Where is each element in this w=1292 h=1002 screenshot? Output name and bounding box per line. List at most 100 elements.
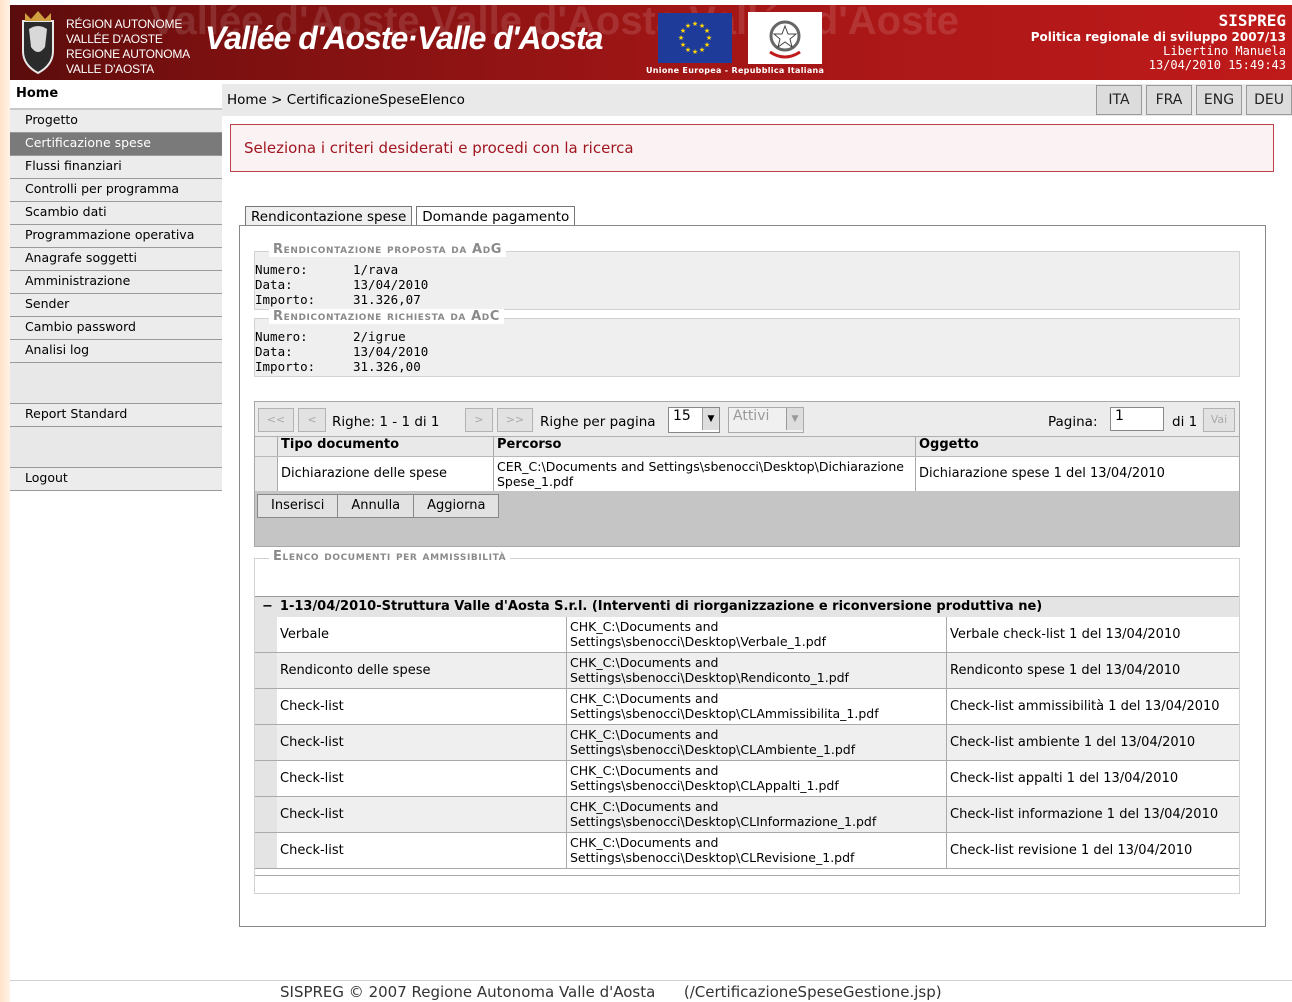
next-page-button[interactable]: > — [465, 408, 493, 432]
chevron-down-icon: ▼ — [786, 408, 803, 430]
sidebar-spacer — [10, 363, 222, 404]
doc-oggetto: Rendiconto spese 1 del 13/04/2010 — [947, 653, 1239, 688]
row-selector[interactable] — [255, 689, 278, 724]
list-item[interactable]: Check-list CHK_C:\Documents and Settings… — [255, 761, 1239, 797]
go-button[interactable]: Vai — [1203, 408, 1235, 432]
chevron-down-icon: ▼ — [702, 408, 719, 430]
svg-text:★: ★ — [680, 41, 686, 49]
app-name: SISPREG — [1218, 11, 1286, 30]
sidebar-item-flussi-finanziari[interactable]: Flussi finanziari — [10, 156, 222, 179]
current-datetime: 13/04/2010 15:49:43 — [1148, 58, 1286, 72]
sidebar-item-scambio-dati[interactable]: Scambio dati — [10, 202, 222, 225]
richiesta-data: 13/04/2010 — [353, 344, 429, 359]
row-selector[interactable] — [255, 457, 277, 491]
doc-oggetto: Check-list ammissibilità 1 del 13/04/201… — [947, 689, 1239, 724]
doc-oggetto: Check-list appalti 1 del 13/04/2010 — [947, 761, 1239, 796]
row-selector[interactable] — [255, 797, 278, 832]
sidebar-item-anagrafe-soggetti[interactable]: Anagrafe soggetti — [10, 248, 222, 271]
grid-actions: Inserisci Annulla Aggiorna — [257, 494, 500, 518]
list-item[interactable]: Check-list CHK_C:\Documents and Settings… — [255, 689, 1239, 725]
doc-tipo: Check-list — [277, 689, 567, 724]
richiesta-importo: 31.326,00 — [353, 359, 421, 374]
first-page-button[interactable]: << — [258, 408, 294, 432]
aggiorna-button[interactable]: Aggiorna — [413, 494, 500, 518]
row-selector[interactable] — [255, 761, 278, 796]
elenco-fieldset: Elenco documenti per ammissibilità −1-13… — [254, 549, 1240, 894]
grid-header-tipo: Tipo documento — [277, 437, 493, 456]
italian-emblem-icon — [748, 12, 822, 64]
proposta-importo-row: Importo: 31.326,07 — [255, 292, 421, 307]
sidebar-item-home[interactable]: Home — [10, 84, 222, 110]
region-crest-icon — [22, 11, 54, 75]
richiesta-data-row: Data: 13/04/2010 — [255, 344, 428, 359]
list-footer — [255, 875, 1239, 894]
doc-tipo: Check-list — [277, 761, 567, 796]
grid-header-percorso: Percorso — [493, 437, 915, 456]
region-name-line: Vallée d'Aoste — [66, 32, 163, 46]
collapse-icon[interactable]: − — [255, 599, 280, 614]
sidebar-item-progetto[interactable]: Progetto — [10, 110, 222, 133]
last-page-button[interactable]: >> — [497, 408, 533, 432]
proposta-importo: 31.326,07 — [353, 292, 421, 307]
sidebar-item-analisi-log[interactable]: Analisi log — [10, 340, 222, 363]
data-label: Data: — [255, 277, 293, 292]
language-button-fra[interactable]: FRA — [1146, 85, 1192, 115]
doc-tipo: Verbale — [277, 617, 567, 652]
language-button-eng[interactable]: ENG — [1196, 85, 1242, 115]
doc-percorso: CHK_C:\Documents and Settings\sbenocci\D… — [567, 689, 947, 724]
page-input[interactable]: 1 — [1110, 407, 1164, 431]
proposta-legend: Rendicontazione proposta da AdG — [269, 242, 507, 257]
doc-percorso: CHK_C:\Documents and Settings\sbenocci\D… — [567, 617, 947, 652]
info-message-box: Seleziona i criteri desiderati e procedi… — [230, 124, 1274, 172]
row-selector[interactable] — [255, 833, 278, 868]
app-subtitle: Politica regionale di sviluppo 2007/13 — [1030, 30, 1286, 44]
footer: SISPREG © 2007 Regione Autonoma Valle d'… — [280, 983, 942, 1001]
annulla-button[interactable]: Annulla — [337, 494, 415, 518]
prev-page-button[interactable]: < — [298, 408, 326, 432]
sidebar-item-programmazione-operativa[interactable]: Programmazione operativa — [10, 225, 222, 248]
doc-oggetto: Verbale check-list 1 del 13/04/2010 — [947, 617, 1239, 652]
doc-tipo: Check-list — [277, 833, 567, 868]
flags-caption: Unione Europea - Repubblica Italiana — [646, 66, 825, 75]
rows-per-page-select[interactable]: 15 ▼ — [668, 407, 720, 433]
grid-pager: << < Righe: 1 - 1 di 1 > >> Righe per pa… — [255, 402, 1239, 437]
sidebar-item-sender[interactable]: Sender — [10, 294, 222, 317]
info-message-text: Seleziona i criteri desiderati e procedi… — [244, 139, 634, 157]
list-item[interactable]: Rendiconto delle spese CHK_C:\Documents … — [255, 653, 1239, 689]
page-edge — [0, 0, 10, 1002]
filter-select[interactable]: Attivi ▼ — [728, 407, 804, 433]
brand-logo-text: Vallée d'Aoste·Valle d'Aosta — [205, 20, 603, 56]
table-row[interactable]: Dichiarazione delle spese CER_C:\Documen… — [255, 457, 1239, 491]
sidebar-item-certificazione-spese[interactable]: Certificazione spese — [10, 133, 222, 156]
group-header-row[interactable]: −1-13/04/2010-Struttura Valle d'Aosta S.… — [255, 596, 1239, 618]
svg-text:★: ★ — [678, 34, 684, 42]
sidebar-item-report-standard[interactable]: Report Standard — [10, 404, 222, 427]
proposta-data: 13/04/2010 — [353, 277, 429, 292]
group-title: 1-13/04/2010-Struttura Valle d'Aosta S.r… — [279, 599, 1043, 614]
sidebar-item-cambio-password[interactable]: Cambio password — [10, 317, 222, 340]
list-item[interactable]: Verbale CHK_C:\Documents and Settings\sb… — [255, 617, 1239, 653]
inserisci-button[interactable]: Inserisci — [257, 494, 339, 518]
row-selector[interactable] — [255, 725, 278, 760]
doc-percorso: CHK_C:\Documents and Settings\sbenocci\D… — [567, 653, 947, 688]
svg-text:★: ★ — [692, 20, 698, 28]
numero-label: Numero: — [255, 329, 308, 344]
filter-value: Attivi — [733, 408, 770, 424]
list-item[interactable]: Check-list CHK_C:\Documents and Settings… — [255, 725, 1239, 761]
row-selector[interactable] — [255, 653, 278, 688]
richiesta-legend: Rendicontazione richiesta da AdC — [269, 309, 504, 324]
sidebar-item-logout[interactable]: Logout — [10, 468, 222, 491]
richiesta-importo-row: Importo: 31.326,00 — [255, 359, 421, 374]
doc-oggetto: Check-list informazione 1 del 13/04/2010 — [947, 797, 1239, 832]
list-item[interactable]: Check-list CHK_C:\Documents and Settings… — [255, 797, 1239, 833]
row-selector[interactable] — [255, 617, 278, 652]
header-info: SISPREG Politica regionale di sviluppo 2… — [1031, 11, 1286, 72]
doc-tipo: Check-list — [277, 797, 567, 832]
documents-list: Verbale CHK_C:\Documents and Settings\sb… — [255, 617, 1239, 869]
language-button-ita[interactable]: ITA — [1096, 85, 1142, 115]
rows-info: Righe: 1 - 1 di 1 — [332, 414, 440, 430]
language-button-deu[interactable]: DEU — [1246, 85, 1292, 115]
sidebar-item-amministrazione[interactable]: Amministrazione — [10, 271, 222, 294]
list-item[interactable]: Check-list CHK_C:\Documents and Settings… — [255, 833, 1239, 869]
sidebar-item-controlli-per-programma[interactable]: Controlli per programma — [10, 179, 222, 202]
